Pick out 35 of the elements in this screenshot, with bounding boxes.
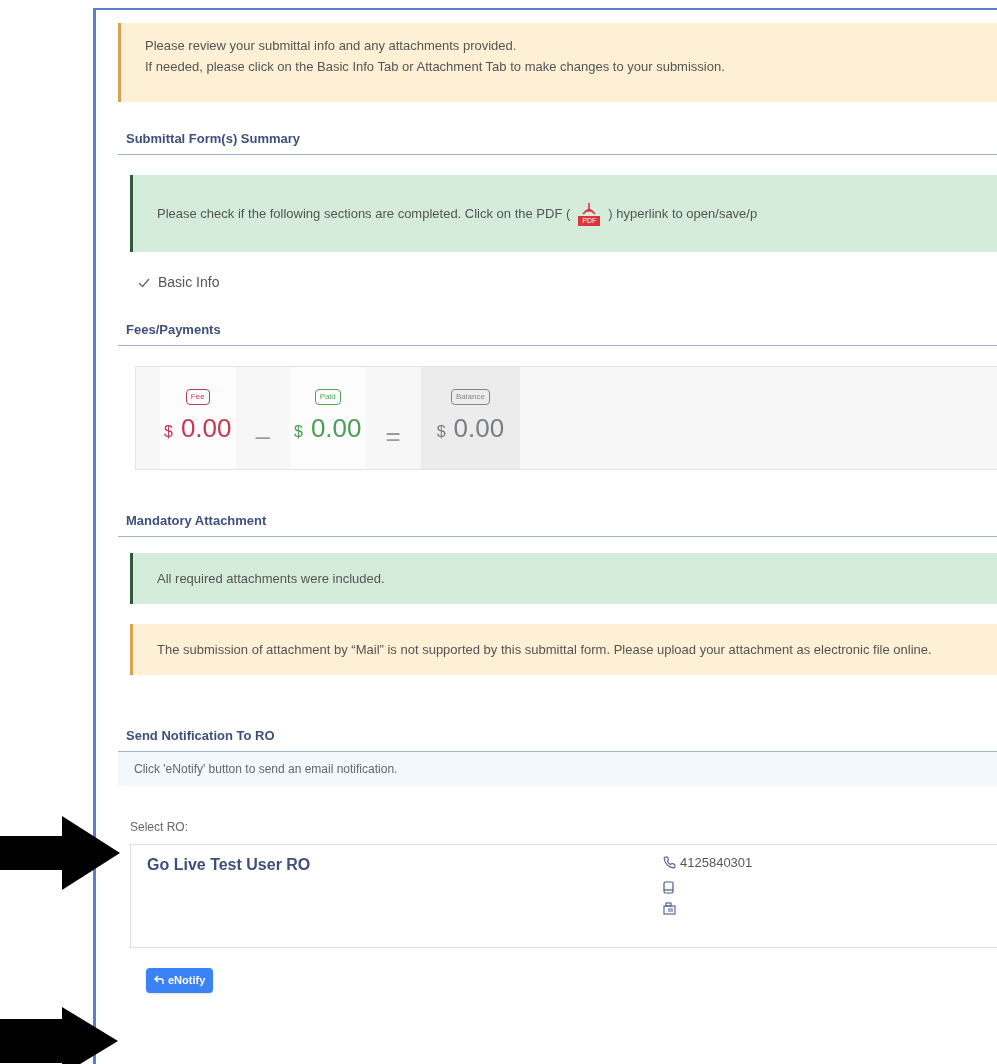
amount-tag: Paid [314, 388, 341, 405]
info-bar: Click 'eNotify' button to send an email notification. [118, 752, 997, 786]
section-heading: Send Notification To RO [126, 728, 275, 743]
success-alert: All required attachments were included. [130, 553, 997, 604]
arrow-icon [0, 1007, 118, 1064]
section-label: Basic Info [158, 273, 220, 292]
currency-symbol: $ [294, 421, 303, 442]
currency-symbol: $ [164, 421, 173, 442]
alert-text: Please review your submittal info and any attachments provided. [145, 37, 518, 55]
amount-value: 0.00 [180, 411, 232, 445]
operator-symbol: – [255, 423, 270, 449]
ro-name: Go Live Test User RO [147, 855, 312, 875]
currency-symbol: $ [436, 421, 446, 442]
amount-value: 0.00 [310, 411, 362, 445]
fax-icon [663, 901, 676, 915]
notice-text: Please check if the following sections are completed. Click on the PDF ( [157, 204, 571, 223]
amount-tag: Balance [451, 388, 490, 405]
amount-value: 0.00 [453, 411, 505, 445]
mobile-icon [663, 880, 674, 894]
phone-icon [663, 856, 676, 870]
enotify-button[interactable]: eNotify [146, 968, 214, 993]
section-heading: Submittal Form(s) Summary [126, 131, 301, 146]
alert-text: If needed, please click on the Basic Info Tab or Attachment Tab to make changes to your submission. [145, 58, 726, 76]
phone-number: 4125840301 [680, 854, 753, 872]
amount-tag: Fee [185, 388, 210, 405]
warning-alert: The submission of attachment by “Mail” is not supported by this submittal form. Please upload your attachment as electronic file online. [130, 624, 997, 675]
section-heading: Mandatory Attachment [126, 513, 267, 528]
field-label: Select RO: [130, 819, 190, 836]
share-icon [154, 975, 164, 986]
pdf-icon [581, 201, 598, 216]
notice-text: ) hyperlink to open/save/p [608, 204, 758, 223]
section-heading: Fees/Payments [126, 322, 221, 337]
arrow-icon [0, 816, 120, 890]
ro-card[interactable]: Go Live Test User RO 4125840301 [130, 844, 997, 948]
operator-symbol: = [385, 423, 401, 449]
